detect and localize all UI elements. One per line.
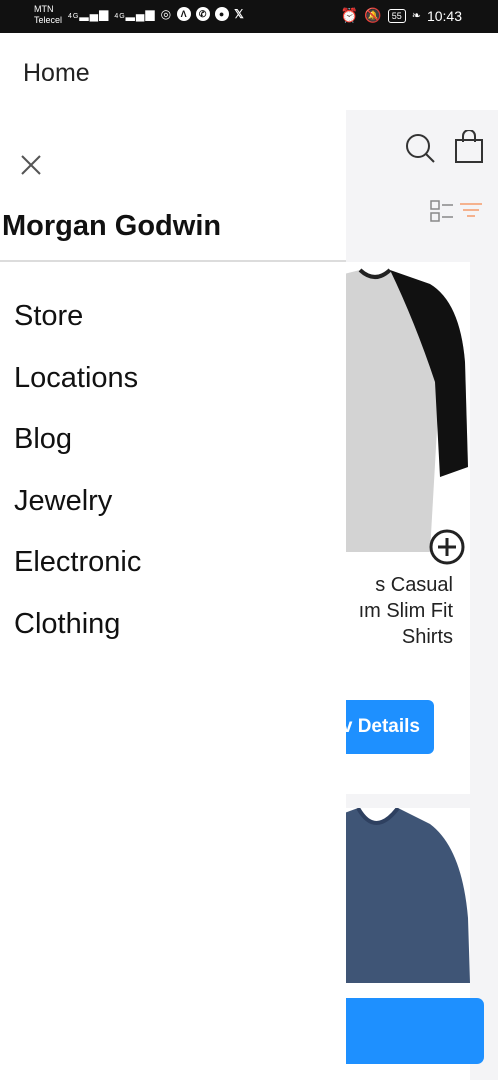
user-name: Morgan Godwin bbox=[2, 210, 222, 242]
list-view-icon[interactable] bbox=[430, 200, 454, 224]
battery-icon: 55 bbox=[387, 8, 406, 23]
status-icons-left: 4G▂▄▆ 4G▂▄▆ ◎ Λ ✆ ● 𝕏 bbox=[68, 7, 245, 21]
menu-item-electronic[interactable]: Electronic bbox=[14, 546, 141, 608]
shopping-bag-icon[interactable] bbox=[454, 130, 484, 164]
bulb-icon: ● bbox=[215, 7, 230, 21]
menu-item-store[interactable]: Store bbox=[14, 300, 141, 362]
whatsapp-icon: ✆ bbox=[196, 7, 211, 21]
hotspot-icon: ◎ bbox=[160, 7, 173, 21]
drawer-menu: Store Locations Blog Jewelry Electronic … bbox=[14, 300, 141, 669]
clock-time: 10:43 bbox=[426, 7, 462, 24]
carrier-2: Telecel bbox=[34, 15, 63, 25]
menu-item-clothing[interactable]: Clothing bbox=[14, 608, 141, 670]
x-icon: 𝕏 bbox=[234, 7, 245, 21]
page-title: Home bbox=[23, 59, 90, 87]
app-notification-icon: Λ bbox=[177, 7, 192, 21]
signal-icon-1: 4G▂▄▆ bbox=[68, 7, 110, 21]
status-icons-right: ⏰ 🔕 55 ❧ 10:43 bbox=[341, 7, 462, 24]
close-icon[interactable] bbox=[18, 152, 44, 178]
carrier-1: MTN bbox=[34, 4, 54, 14]
menu-item-jewelry[interactable]: Jewelry bbox=[14, 485, 141, 547]
carrier-labels: MTN Telecel bbox=[34, 4, 62, 26]
add-to-cart-icon[interactable] bbox=[428, 528, 466, 566]
menu-item-locations[interactable]: Locations bbox=[14, 362, 141, 424]
navigation-drawer: Morgan Godwin Store Locations Blog Jewel… bbox=[0, 110, 346, 1080]
menu-item-blog[interactable]: Blog bbox=[14, 423, 141, 485]
signal-icon-2: 4G▂▄▆ bbox=[114, 7, 156, 21]
filter-icon[interactable] bbox=[459, 202, 483, 222]
search-icon[interactable] bbox=[404, 132, 438, 166]
mute-icon: 🔕 bbox=[364, 7, 382, 23]
alarm-icon: ⏰ bbox=[340, 7, 359, 23]
status-bar: MTN Telecel 4G▂▄▆ 4G▂▄▆ ◎ Λ ✆ ● 𝕏 ⏰ 🔕 55… bbox=[0, 0, 498, 33]
app-header: Home bbox=[0, 33, 498, 110]
leaf-icon: ❧ bbox=[411, 10, 421, 22]
divider bbox=[0, 260, 346, 262]
